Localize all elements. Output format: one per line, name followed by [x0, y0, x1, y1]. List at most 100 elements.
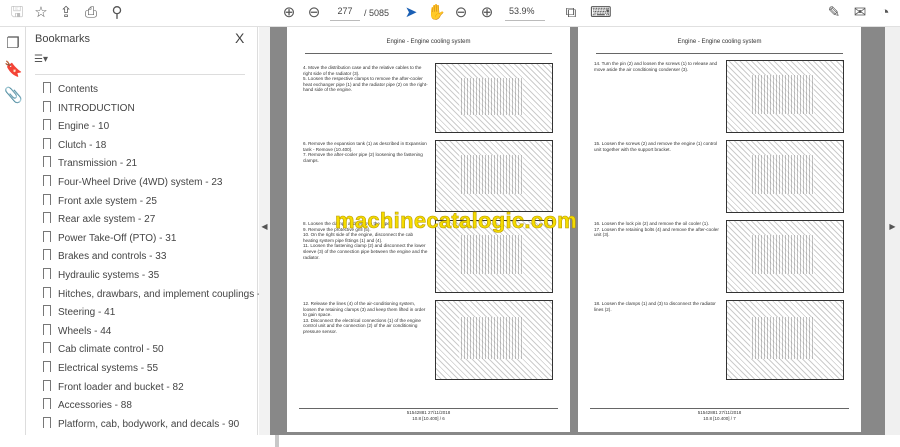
figure-image	[726, 140, 844, 213]
bookmark-item[interactable]: Power Take-Off (PTO) - 31	[43, 230, 176, 247]
upload-icon[interactable]: ⇪	[57, 4, 75, 22]
bookmark-label: Steering - 41	[58, 307, 116, 319]
next-page-icon[interactable]: ⊖	[305, 4, 323, 22]
bookmark-item[interactable]: Electrical systems - 55	[43, 361, 158, 377]
scroll-mode-icon[interactable]: ⌨	[590, 4, 612, 22]
figure-image	[435, 140, 553, 212]
bookmark-item[interactable]: Rear axle system - 27	[43, 212, 155, 228]
page-footer: 51542881 27/11/2018 10.8 [10.400] / 6	[299, 408, 558, 422]
bookmark-list: Contents INTRODUCTION Engine - 10 Clutch - …	[35, 74, 274, 435]
bookmark-label: Rear axle system - 27	[58, 214, 156, 226]
bookmark-item[interactable]: Hydraulic systems - 35	[43, 268, 159, 284]
close-panel-button[interactable]: X	[235, 30, 244, 46]
figure-image	[435, 300, 553, 380]
print-icon[interactable]: ⎙	[82, 4, 100, 22]
bookmark-item[interactable]: Clutch - 18	[43, 137, 107, 154]
zoom-out-icon[interactable]: ⊖	[452, 4, 470, 22]
bookmark-item[interactable]: Engine - 10	[43, 119, 109, 135]
bookmark-options-icon[interactable]: ☰▾	[34, 54, 54, 68]
bookmark-icon	[43, 286, 51, 298]
bookmark-label: Brakes and controls - 33	[58, 251, 167, 263]
page-ref: 10.8 [10.400] / 6	[412, 416, 445, 421]
bookmarks-icon[interactable]: 🔖	[4, 61, 23, 79]
bookmark-item[interactable]: Four-Wheel Drive (4WD) system - 23	[43, 175, 222, 191]
bookmark-item[interactable]: Platform, cab, bodywork, and decals - 90	[43, 416, 240, 433]
collapse-panel-arrow[interactable]: ◀	[259, 27, 270, 435]
page-footer: 51542881 27/11/2018 10.8 [10.400] / 7	[590, 408, 849, 422]
bookmark-label: Hydraulic systems - 35	[58, 270, 160, 281]
bookmark-label: Transmission - 21	[58, 158, 138, 170]
step-text: 16. Loosen the lock pin (2) and remove t…	[594, 221, 719, 238]
bookmark-icon	[43, 82, 51, 93]
viewer-scrollbar[interactable]: ▶	[885, 27, 900, 435]
bookmark-label: Accessories - 88	[58, 400, 132, 412]
bookmark-item[interactable]: Brakes and controls - 33	[43, 249, 166, 265]
bookmark-icon	[43, 193, 51, 205]
bookmark-icon	[43, 305, 51, 317]
zoom-in-icon[interactable]: ⊕	[478, 4, 496, 22]
bookmark-icon	[43, 119, 51, 131]
figure-image	[726, 300, 844, 380]
bookmark-icon	[43, 156, 51, 168]
bookmark-label: Four-Wheel Drive (4WD) system - 23	[58, 177, 223, 188]
bookmark-icon	[43, 268, 51, 279]
bookmark-icon	[43, 212, 51, 224]
previous-page-icon[interactable]: ⊕	[280, 4, 298, 22]
email-icon[interactable]: ✉	[851, 4, 869, 22]
bookmark-icon	[43, 323, 51, 335]
bookmark-label: Platform, cab, bodywork, and decals - 90	[58, 418, 240, 430]
bookmark-item[interactable]: Steering - 41	[43, 305, 115, 321]
bookmark-label: Clutch - 18	[58, 139, 107, 151]
search-icon[interactable]: ⚲	[108, 4, 126, 22]
bookmark-item[interactable]: Front loader and bucket - 82	[43, 379, 184, 396]
watermark: machinecatalogic.com	[335, 208, 577, 234]
bookmark-icon	[43, 379, 51, 391]
bookmark-icon	[43, 342, 51, 354]
fill-sign-icon[interactable]: ✎	[825, 4, 843, 22]
bookmark-item[interactable]: Transmission - 21	[43, 156, 137, 172]
page-right: Engine - Engine cooling system 14. Turn …	[578, 27, 861, 432]
step-text: 12. Release the lines (4) of the air-con…	[303, 301, 426, 334]
bookmark-item[interactable]: Accessories - 88	[43, 398, 132, 414]
page-number-input[interactable]: 277	[330, 6, 360, 21]
pages-icon[interactable]: ❐	[4, 35, 22, 53]
bookmark-icon	[43, 416, 51, 428]
bookmark-item[interactable]: Wheels - 44	[43, 323, 111, 340]
figure-image	[435, 63, 553, 133]
select-cursor-icon[interactable]: ➤	[402, 4, 420, 22]
bookmark-label: Front loader and bucket - 82	[58, 381, 184, 393]
bookmark-item[interactable]: Hitches, drawbars, and implement couplin…	[43, 286, 274, 303]
page-ref: 10.8 [10.400] / 7	[703, 416, 736, 421]
account-icon[interactable]: ◔	[876, 4, 894, 22]
bookmark-icon	[43, 230, 51, 242]
side-rail: ❐ 🔖 📎	[0, 27, 26, 435]
bookmark-label: Front axle system - 25	[58, 195, 157, 207]
hand-tool-icon[interactable]: ✋	[427, 4, 446, 22]
bookmark-item[interactable]: Cab climate control - 50	[43, 342, 164, 358]
step-text: 4. Move the distribution case and the re…	[303, 65, 428, 93]
bookmarks-panel: Bookmarks X ☰▾ Contents INTRODUCTION Engin…	[26, 27, 279, 447]
bookmark-item[interactable]: INTRODUCTION	[43, 100, 135, 117]
bookmark-icon	[43, 137, 51, 149]
bookmark-icon	[43, 175, 51, 186]
panel-title: Bookmarks	[35, 33, 91, 45]
step-text: 15. Loosen the screws (2) and remove the…	[594, 141, 718, 152]
bookmark-label: Electrical systems - 55	[58, 363, 159, 374]
page-header: Engine - Engine cooling system	[386, 39, 471, 45]
page-fit-icon[interactable]: ⧉	[562, 4, 580, 22]
bookmark-item[interactable]: Front axle system - 25	[43, 193, 157, 210]
save-icon[interactable]: 🖫	[8, 4, 26, 22]
figure-image	[726, 220, 844, 293]
page-header: Engine - Engine cooling system	[677, 39, 762, 45]
step-text: 6. Remove the expansion tank (1) as desc…	[303, 141, 427, 163]
bookmark-icon	[43, 100, 51, 112]
zoom-level-select[interactable]: 53.9%	[505, 6, 545, 21]
bookmark-star-icon[interactable]: ☆	[32, 4, 50, 22]
bookmark-label: Contents	[58, 84, 99, 95]
attachments-icon[interactable]: 📎	[4, 87, 23, 105]
bookmark-label: Cab climate control - 50	[58, 344, 164, 356]
bookmark-item[interactable]: Contents	[43, 82, 98, 98]
page-total: / 5085	[364, 8, 390, 18]
bookmark-icon	[43, 398, 51, 410]
bookmark-label: INTRODUCTION	[58, 102, 135, 114]
